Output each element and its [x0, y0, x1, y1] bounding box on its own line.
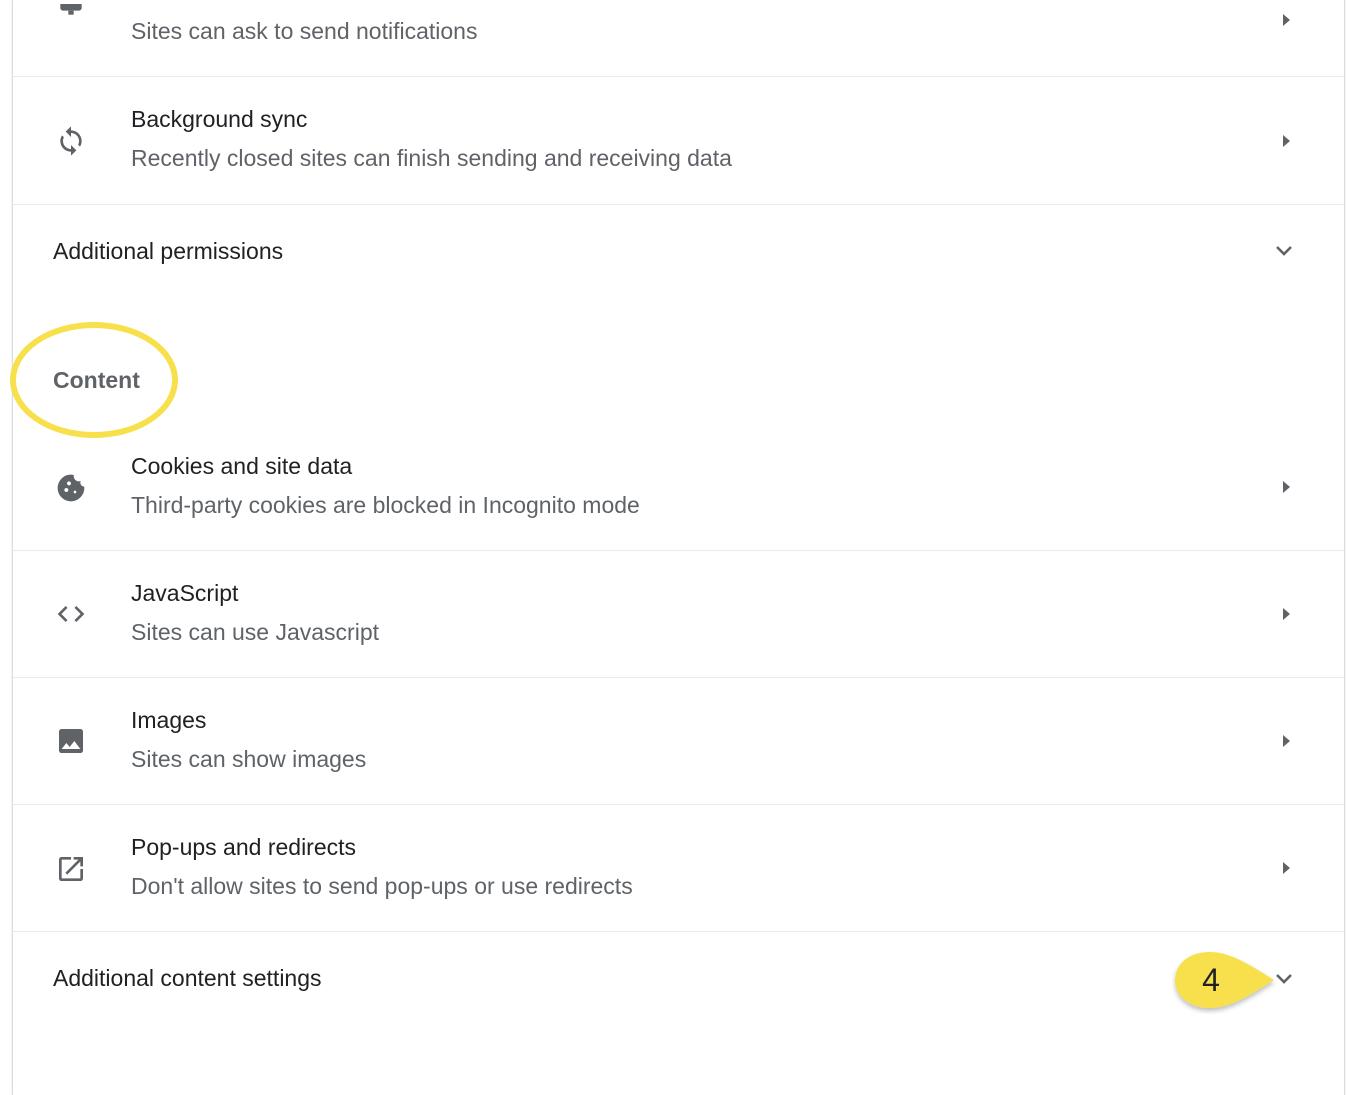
- images-subtitle: Sites can show images: [131, 746, 367, 772]
- images-row[interactable]: Images Sites can show images: [13, 678, 1344, 805]
- popups-title: Pop-ups and redirects: [131, 834, 357, 860]
- javascript-row[interactable]: JavaScript Sites can use Javascript: [13, 551, 1344, 678]
- arrow-right-icon: [1276, 731, 1296, 751]
- bell-icon: [53, 2, 89, 38]
- notifications-row[interactable]: Sites can ask to send notifications: [13, 0, 1344, 77]
- highlight-ring: [10, 322, 178, 438]
- cookies-title: Cookies and site data: [131, 453, 353, 479]
- settings-page: Sites can ask to send notifications Back…: [0, 0, 1347, 1095]
- site-settings-card: Sites can ask to send notifications Back…: [12, 0, 1345, 1095]
- step-number: 4: [1202, 962, 1220, 998]
- arrow-right-icon: [1276, 10, 1296, 30]
- additional-permissions-row[interactable]: Additional permissions: [13, 205, 1344, 297]
- popups-row[interactable]: Pop-ups and redirects Don't allow sites …: [13, 805, 1344, 932]
- open-in-new-icon: [53, 851, 89, 887]
- background-sync-row[interactable]: Background sync Recently closed sites ca…: [13, 77, 1344, 205]
- cookies-subtitle: Third-party cookies are blocked in Incog…: [131, 492, 640, 518]
- notifications-subtitle: Sites can ask to send notifications: [131, 18, 478, 44]
- additional-permissions-label: Additional permissions: [53, 238, 284, 264]
- arrow-right-icon: [1276, 477, 1296, 497]
- code-icon: [53, 596, 89, 632]
- chevron-down-icon[interactable]: [1270, 237, 1298, 265]
- cookie-icon: [53, 470, 89, 506]
- popups-subtitle: Don't allow sites to send pop-ups or use…: [131, 873, 633, 899]
- images-title: Images: [131, 707, 207, 733]
- additional-content-settings-label: Additional content settings: [53, 965, 322, 991]
- cookies-row[interactable]: Cookies and site data Third-party cookie…: [13, 424, 1344, 551]
- arrow-right-icon: [1276, 604, 1296, 624]
- javascript-title: JavaScript: [131, 580, 239, 606]
- image-icon: [53, 723, 89, 759]
- additional-content-settings-row[interactable]: Additional content settings: [13, 932, 1344, 1024]
- arrow-right-icon: [1276, 131, 1296, 151]
- background-sync-subtitle: Recently closed sites can finish sending…: [131, 145, 732, 171]
- arrow-right-icon: [1276, 858, 1296, 878]
- background-sync-title: Background sync: [131, 106, 308, 132]
- javascript-subtitle: Sites can use Javascript: [131, 619, 380, 645]
- sync-icon: [53, 123, 89, 159]
